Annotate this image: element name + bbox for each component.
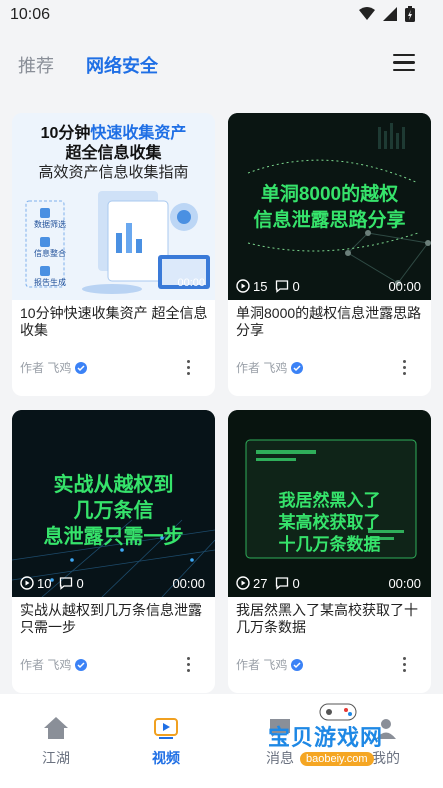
- video-card[interactable]: 实战从越权到 几万条信 息泄露只需一步 10 0 00:00 实战从越权到几万条…: [12, 410, 215, 693]
- more-options-icon[interactable]: [185, 657, 191, 673]
- nav-item-video[interactable]: 视频: [126, 714, 206, 768]
- author-info: 作者 飞鸡: [20, 656, 88, 673]
- comment-icon: [276, 577, 289, 590]
- thumbnail-label: 数据筛选: [34, 220, 66, 229]
- play-count: 10: [37, 575, 52, 591]
- thumbnail-headline: 实战从越权到: [53, 474, 174, 496]
- thumbnail-label: 信息整合: [34, 249, 66, 258]
- author-info: 作者 飞鸡: [236, 656, 304, 673]
- author-info: 作者 飞鸡: [20, 359, 88, 376]
- video-thumbnail[interactable]: 实战从越权到 几万条信 息泄露只需一步 10 0 00:00: [12, 410, 215, 597]
- thumbnail-headline-2: 几万条信: [73, 500, 154, 522]
- play-count-icon: [236, 279, 250, 293]
- video-duration: 00:00: [172, 575, 205, 591]
- thumbnail-headline-2: 超全信息收集: [65, 145, 162, 162]
- thumbnail-headline: 单洞8000的越权: [260, 184, 399, 205]
- comment-icon: [276, 280, 289, 293]
- author-name: 作者 飞鸡: [20, 361, 72, 375]
- menu-icon[interactable]: [393, 54, 415, 72]
- more-options-icon[interactable]: [401, 360, 407, 376]
- comment-count: 0: [76, 575, 84, 591]
- video-duration: 00:00: [388, 278, 421, 294]
- video-title[interactable]: 我居然黑入了某高校获取了十几万条数据: [236, 602, 424, 636]
- nav-item-jianghu[interactable]: 江湖: [16, 714, 96, 768]
- video-icon: [154, 718, 178, 739]
- comment-icon: [60, 577, 73, 590]
- play-count-icon: [20, 576, 34, 590]
- status-icons: [359, 6, 415, 22]
- author-name: 作者 飞鸡: [236, 658, 288, 672]
- more-options-icon[interactable]: [185, 360, 191, 376]
- video-duration: 00:00: [177, 277, 205, 289]
- thumbnail-headline-3: 息泄露只需一步: [43, 526, 184, 548]
- wifi-icon: [359, 7, 375, 20]
- video-title[interactable]: 单洞8000的越权信息泄露思路分享: [236, 305, 424, 339]
- comment-count: 0: [292, 278, 300, 294]
- video-stats: 10 0 00:00: [12, 569, 215, 597]
- tab-recommend[interactable]: 推荐: [18, 52, 54, 78]
- verified-icon: [291, 361, 304, 374]
- comment-count: 0: [292, 575, 300, 591]
- watermark-text: 宝贝游戏网: [268, 725, 384, 750]
- battery-icon: [405, 6, 415, 22]
- status-time: 10:06: [10, 6, 51, 23]
- signal-icon: [383, 7, 397, 21]
- verified-icon: [291, 658, 304, 671]
- verified-icon: [75, 361, 88, 374]
- thumbnail-subtitle: 高效资产信息收集指南: [38, 164, 189, 181]
- author-name: 作者 飞鸡: [20, 658, 72, 672]
- watermark: 宝贝游戏网 baobeiy.com: [258, 700, 418, 780]
- author-name: 作者 飞鸡: [236, 361, 288, 375]
- more-options-icon[interactable]: [401, 657, 407, 673]
- video-title[interactable]: 10分钟快速收集资产 超全信息收集: [20, 305, 208, 339]
- nav-label: 视频: [152, 750, 180, 766]
- video-thumbnail[interactable]: 单洞8000的越权 信息泄露思路分享 15 0 00:00: [228, 113, 431, 300]
- author-info: 作者 飞鸡: [236, 359, 304, 376]
- video-card[interactable]: 我居然黑入了 某高校获取了 十几万条数据 27 0 00:00 我居然黑入了某高…: [228, 410, 431, 693]
- thumbnail-headline-3: 十几万条数据: [278, 535, 381, 554]
- verified-icon: [75, 658, 88, 671]
- video-duration: 00:00: [388, 575, 421, 591]
- video-title[interactable]: 实战从越权到几万条信息泄露只需一步: [20, 602, 208, 636]
- house-icon: [44, 717, 68, 739]
- video-thumbnail[interactable]: 我居然黑入了 某高校获取了 十几万条数据 27 0 00:00: [228, 410, 431, 597]
- video-card[interactable]: 单洞8000的越权 信息泄露思路分享 15 0 00:00 单洞8000的越权信…: [228, 113, 431, 396]
- play-count-icon: [236, 576, 250, 590]
- play-count: 15: [253, 278, 268, 294]
- status-bar: 10:06: [0, 0, 443, 32]
- top-tabs: 推荐 网络安全: [0, 40, 443, 86]
- play-count: 27: [253, 575, 268, 591]
- video-stats: 27 0 00:00: [228, 569, 431, 597]
- thumbnail-headline-2: 信息泄露思路分享: [253, 210, 406, 231]
- watermark-url: baobeiy.com: [300, 752, 374, 766]
- video-card[interactable]: 10分钟快速收集资产 超全信息收集 高效资产信息收集指南 数据筛选 信息整合 报…: [12, 113, 215, 396]
- nav-label: 江湖: [42, 750, 70, 766]
- thumbnail-label: 报告生成: [34, 278, 66, 287]
- video-thumbnail[interactable]: 10分钟快速收集资产 超全信息收集 高效资产信息收集指南 数据筛选 信息整合 报…: [12, 113, 215, 300]
- tab-network-security[interactable]: 网络安全: [86, 52, 158, 78]
- video-stats: 15 0 00:00: [228, 272, 431, 300]
